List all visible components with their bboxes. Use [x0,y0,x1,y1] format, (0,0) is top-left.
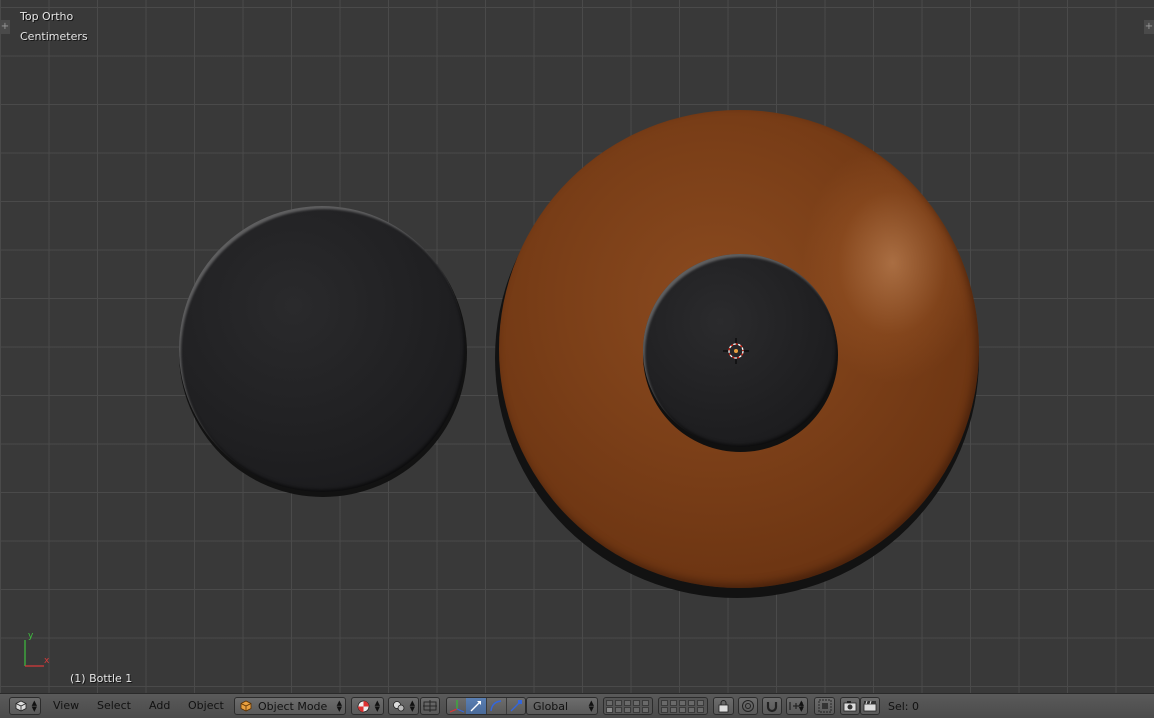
3d-viewport[interactable]: + + Top Ortho Centimeters y x (1) Bottle… [0,0,1154,693]
manipulator-toggle-button[interactable] [447,698,467,714]
viewport-header: ▲ ▼ View Select Add Object Object Mode ▲ ▼… [0,693,1154,718]
axis-y-label: y [28,631,34,641]
pivot-point-icon [393,701,405,712]
lock-icon [718,700,729,713]
translate-manipulator-button[interactable] [466,698,487,714]
menu-select[interactable]: Select [97,699,131,712]
active-object-label: (1) Bottle 1 [70,672,133,685]
axis-x-label: x [44,656,50,666]
snap-target-button[interactable] [814,697,835,715]
clapperboard-icon [863,700,877,712]
proportional-edit-button[interactable] [738,697,758,715]
spinner-arrows-icon: ▲ ▼ [798,699,804,713]
snap-target-icon [818,699,832,713]
object-mode-icon [240,700,252,712]
manipulator-center-toggle[interactable] [420,697,440,715]
magnet-icon [766,702,778,713]
spinner-arrows-icon: ▲ ▼ [374,699,380,713]
layers-block-2[interactable] [658,697,708,715]
mode-label: Object Mode [258,699,328,713]
lock-layers-button[interactable] [713,697,734,715]
snap-toggle-button[interactable] [762,697,782,715]
axis-gizmo: y x [24,631,50,667]
axes-manipulator-icon [449,700,465,713]
snap-element-selector[interactable]: ▲ ▼ [786,697,808,715]
menu-object[interactable]: Object [188,699,224,712]
spinner-arrows-icon: ▲ ▼ [31,699,37,713]
scale-manipulator-button[interactable] [506,698,527,714]
transform-orientation-selector[interactable]: Global ▲ ▼ [526,697,598,715]
spinner-arrows-icon: ▲ ▼ [336,699,342,713]
pivot-point-selector[interactable]: ▲ ▼ [388,697,419,715]
menu-add[interactable]: Add [149,699,170,712]
area-split-handle-right[interactable]: + [1144,20,1154,34]
spinner-arrows-icon: ▲ ▼ [409,699,415,713]
transform-orientation-label: Global [533,699,569,713]
view-units-label: Centimeters [20,30,88,43]
area-split-handle-left[interactable]: + [0,20,10,34]
opengl-render-animation-button[interactable] [860,697,880,715]
selection-info: Sel: 0 [888,700,920,713]
opengl-render-button[interactable] [840,697,860,715]
viewport-shading-selector[interactable]: ▲ ▼ [351,697,384,715]
mode-selector[interactable]: Object Mode ▲ ▼ [234,697,346,715]
scale-arrow-icon [510,700,522,712]
editor-type-selector[interactable]: ▲ ▼ [9,697,41,715]
rotate-manipulator-button[interactable] [486,698,507,714]
rotate-arc-icon [490,700,502,712]
bottle-cap-left[interactable] [179,206,465,492]
3d-cursor-icon[interactable] [723,338,749,364]
spinner-arrows-icon: ▲ ▼ [588,699,594,713]
proportional-edit-icon [742,700,754,712]
translate-arrow-icon [470,701,481,712]
layers-block-1[interactable] [603,697,653,715]
transform-manipulator-group [446,697,526,715]
cube-view-icon [15,700,27,712]
menu-view[interactable]: View [53,699,79,712]
shading-sphere-icon [357,700,370,712]
center-points-icon [423,700,437,712]
view-name-label: Top Ortho [20,10,74,23]
camera-icon [843,701,857,712]
